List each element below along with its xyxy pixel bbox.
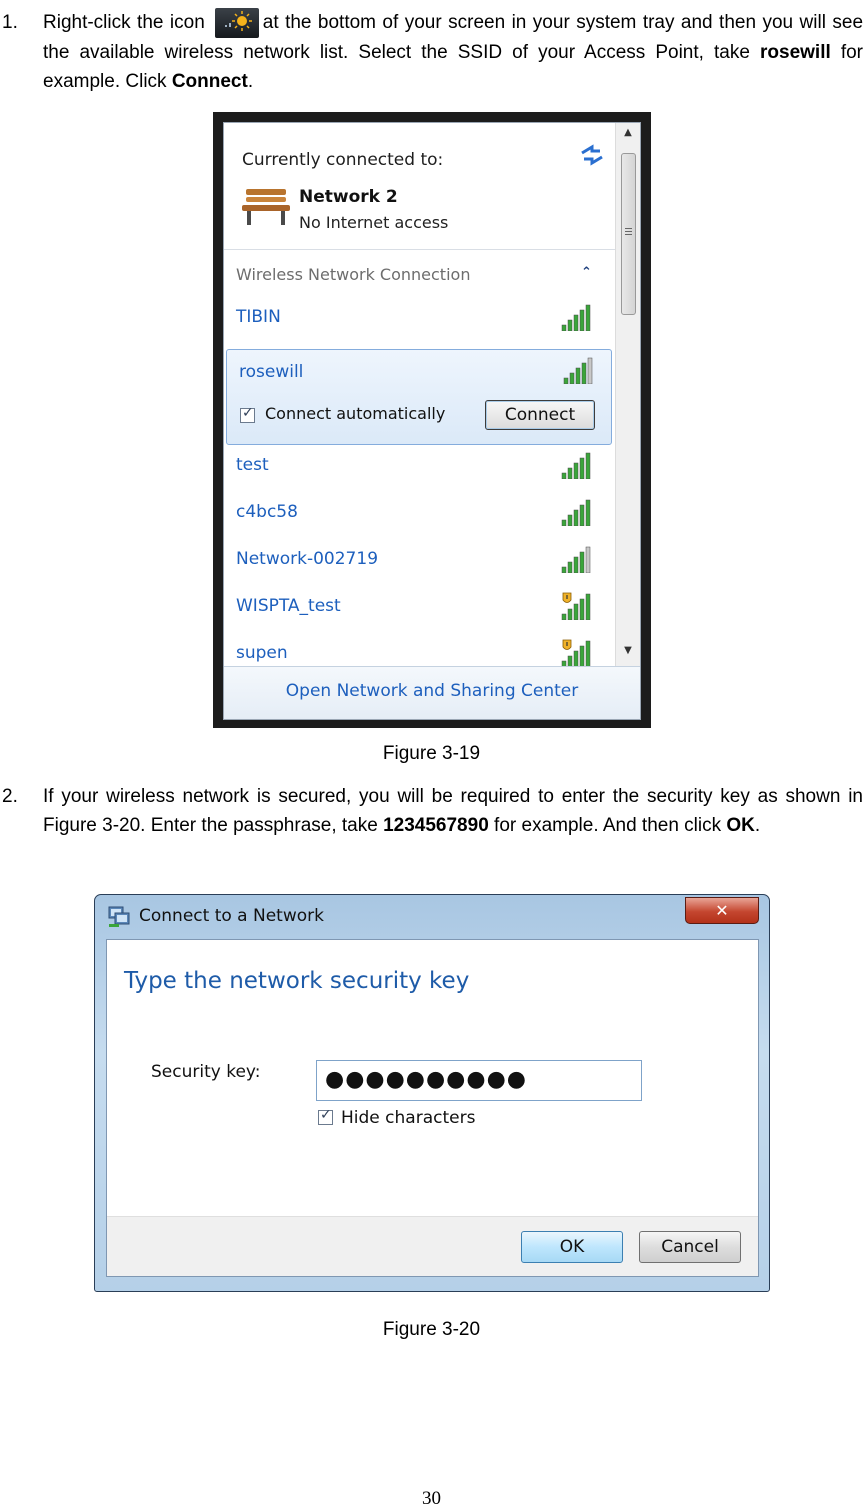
connected-network-name: Network 2 (299, 187, 398, 207)
network-item-test[interactable]: test (224, 443, 616, 489)
network-ssid: supen (236, 643, 288, 663)
scroll-thumb[interactable] (621, 153, 636, 315)
signal-strength-icon (560, 545, 594, 577)
collapse-chevron-icon[interactable]: ⌃ (581, 265, 592, 280)
currently-connected-label: Currently connected to: (242, 150, 444, 170)
dialog-footer: OK Cancel (107, 1216, 758, 1276)
network-item-tibin[interactable]: TIBIN (224, 295, 616, 341)
ok-button[interactable]: OK (521, 1231, 623, 1263)
cancel-button[interactable]: Cancel (639, 1231, 741, 1263)
security-key-label: Security key: (151, 1062, 261, 1082)
signal-strength-icon (560, 303, 594, 335)
hide-characters-label: Hide characters (341, 1108, 476, 1128)
connected-network-status: No Internet access (299, 213, 449, 232)
refresh-icon[interactable] (578, 143, 606, 167)
scroll-down-arrow-icon[interactable]: ▼ (616, 645, 640, 656)
network-item-rosewill-selected[interactable]: rosewill Connect automatically Connect (226, 349, 612, 445)
open-network-sharing-center-link[interactable]: Open Network and Sharing Center (224, 681, 640, 701)
network-ssid: Network-002719 (236, 549, 379, 569)
network-item-c4bc58[interactable]: c4bc58 (224, 490, 616, 536)
wireless-network-flyout: Currently connected to: Network 2 No Int… (213, 112, 651, 728)
flyout-panel: Currently connected to: Network 2 No Int… (223, 122, 641, 720)
step-text: Right-click the icon at the bottom of yo… (43, 8, 863, 96)
step-number: 2. (2, 786, 18, 807)
step-text: If your wireless network is secured, you… (43, 786, 863, 836)
signal-strength-icon (560, 592, 594, 624)
connect-to-network-dialog: Connect to a Network ✕ Type the network … (94, 894, 770, 1292)
figure-3-20-caption: Figure 3-20 (382, 1319, 481, 1340)
hide-characters-checkbox[interactable] (318, 1107, 333, 1125)
signal-strength-icon (560, 498, 594, 530)
network-ssid: test (236, 455, 269, 475)
dialog-heading: Type the network security key (124, 968, 470, 994)
network-item-wispta-test[interactable]: WISPTA_test (224, 584, 616, 630)
connect-automatically-checkbox[interactable] (240, 405, 255, 423)
network-ssid: WISPTA_test (236, 596, 341, 616)
scroll-up-arrow-icon[interactable]: ▲ (616, 127, 640, 138)
connect-automatically-label: Connect automatically (265, 404, 446, 423)
close-icon[interactable]: ✕ (685, 897, 759, 924)
security-key-input[interactable]: ●●●●●●●●●● (316, 1060, 642, 1101)
signal-strength-icon (560, 639, 594, 666)
network-item-network-002719[interactable]: Network-002719 (224, 537, 616, 583)
figure-3-19-caption: Figure 3-19 (382, 743, 481, 764)
window-title: Connect to a Network (139, 906, 324, 926)
network-item-supen[interactable]: supen (224, 631, 616, 666)
network-ssid: TIBIN (236, 307, 281, 327)
bench-network-icon (242, 189, 290, 225)
network-ssid: rosewill (239, 362, 304, 382)
flyout-footer: Open Network and Sharing Center (224, 666, 640, 719)
network-connect-icon (108, 906, 130, 927)
divider (224, 249, 616, 250)
network-list: Currently connected to: Network 2 No Int… (224, 123, 616, 666)
signal-strength-icon (560, 451, 594, 483)
connect-button[interactable]: Connect (485, 400, 595, 430)
wireless-tray-icon (214, 8, 259, 38)
dialog-body: Type the network security key Security k… (106, 939, 759, 1277)
network-ssid: c4bc58 (236, 502, 298, 522)
step-number: 1. (2, 12, 18, 33)
signal-strength-icon (562, 356, 596, 388)
list-scrollbar[interactable]: ▲ ▼ (615, 123, 640, 666)
section-label: Wireless Network Connection (236, 265, 471, 284)
